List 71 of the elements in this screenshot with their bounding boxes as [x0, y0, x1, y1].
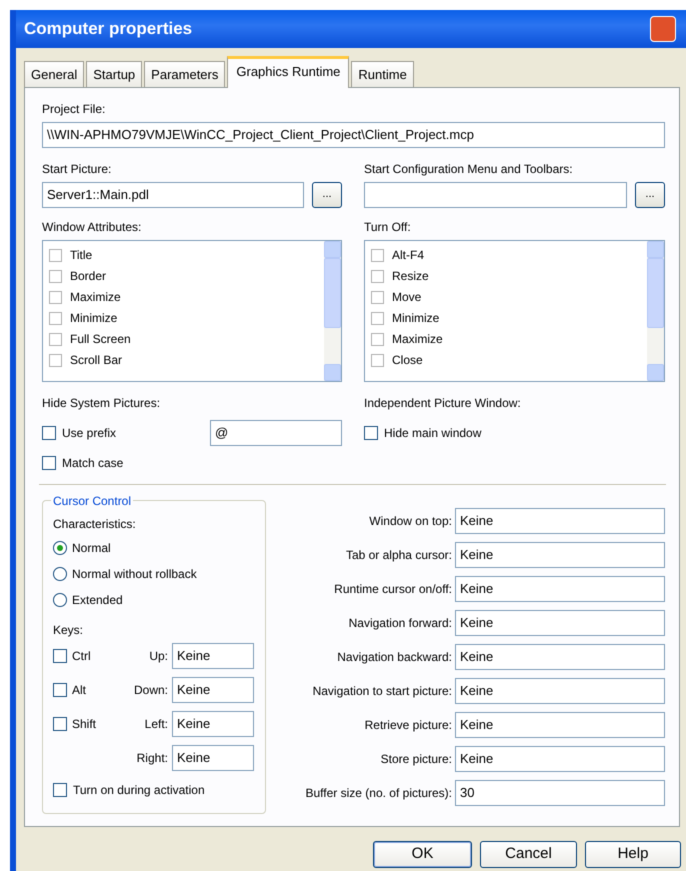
dialog-button[interactable]: OK: [373, 840, 472, 868]
text-field[interactable]: Keine: [455, 542, 665, 568]
checkbox-label[interactable]: Use prefix: [62, 424, 116, 442]
text-field[interactable]: Keine: [455, 576, 665, 602]
field-label: Retrieve picture:: [364, 716, 452, 734]
list-item[interactable]: Move: [392, 288, 422, 306]
tab[interactable]: Parameters: [144, 61, 226, 86]
list-item[interactable]: Close: [392, 351, 423, 369]
radio-label[interactable]: Normal without rollback: [72, 564, 197, 582]
list-item[interactable]: Full Screen: [70, 330, 131, 348]
field-label: Store picture:: [380, 750, 452, 768]
text-field[interactable]: Keine: [455, 508, 665, 534]
field-label: Navigation to start picture:: [312, 682, 452, 700]
list-item[interactable]: Border: [70, 267, 106, 285]
field-label: Navigation forward:: [348, 614, 452, 632]
field-label: Right:: [136, 750, 168, 766]
tab[interactable]: Graphics Runtime: [227, 56, 350, 88]
tab[interactable]: Startup: [86, 61, 142, 86]
field-label: Buffer size (no. of pictures):: [304, 784, 452, 802]
text-field[interactable]: Keine: [172, 710, 254, 736]
window-title: Computer properties: [24, 18, 192, 40]
section-label: Keys:: [53, 622, 84, 638]
text-field[interactable]: Keine: [455, 610, 665, 636]
text-field[interactable]: 30: [455, 780, 665, 806]
field-label: Start Picture:: [42, 160, 112, 178]
section-label: Hide System Pictures:: [42, 394, 162, 412]
dialog-button[interactable]: Help: [585, 840, 681, 868]
field-label: Left:: [144, 716, 168, 732]
checkbox-label[interactable]: Hide main window: [384, 424, 482, 442]
field-label: Window on top:: [368, 512, 452, 530]
list-item[interactable]: Scroll Bar: [70, 351, 122, 369]
text-field[interactable]: Keine: [172, 642, 254, 668]
list-item[interactable]: Minimize: [70, 309, 118, 327]
text-field[interactable]: Keine: [455, 746, 665, 772]
tab[interactable]: General: [24, 61, 84, 86]
field-label: Runtime cursor on/off:: [333, 580, 452, 598]
field-label: Navigation backward:: [336, 648, 452, 666]
list-item[interactable]: Minimize: [392, 309, 440, 327]
field-label: Tab or alpha cursor:: [344, 546, 452, 564]
prefix-field[interactable]: @: [210, 420, 342, 446]
checkbox-label[interactable]: Shift: [72, 714, 96, 732]
field-label: Window Attributes:: [42, 218, 142, 236]
browse-button[interactable]: ...: [635, 182, 665, 208]
radio-label[interactable]: Normal: [72, 538, 111, 556]
section-label: Independent Picture Window:: [364, 394, 522, 412]
checkbox-label[interactable]: Match case: [62, 454, 124, 472]
field-label: Up:: [148, 648, 168, 664]
field-label: Project File:: [42, 100, 106, 118]
field-label: Start Configuration Menu and Toolbars:: [364, 160, 574, 178]
list-item[interactable]: Resize: [392, 267, 429, 285]
text-field[interactable]: Keine: [455, 644, 665, 670]
text-field[interactable]: Keine: [172, 744, 254, 770]
section-label: Characteristics:: [53, 516, 137, 532]
checkbox-label[interactable]: Alt: [72, 680, 86, 698]
text-field[interactable]: \\WIN-APHMO79VMJE\WinCC_Project_Client_Project\Client_Project.mcp: [42, 122, 665, 148]
dialog-button[interactable]: Cancel: [480, 840, 577, 868]
text-field[interactable]: Keine: [172, 676, 254, 702]
field-label: Down:: [132, 682, 168, 698]
list-item[interactable]: Title: [70, 246, 92, 264]
checkbox-label[interactable]: Ctrl: [72, 646, 91, 664]
checkbox-label[interactable]: Turn on during activation: [73, 780, 205, 798]
text-field[interactable]: Server1::Main.pdl: [42, 182, 304, 208]
list-item[interactable]: Alt-F4: [392, 246, 424, 264]
list-item[interactable]: Maximize: [392, 330, 443, 348]
browse-button[interactable]: ...: [312, 182, 342, 208]
radio-label[interactable]: Extended: [72, 590, 123, 608]
list-item[interactable]: Maximize: [70, 288, 121, 306]
tab[interactable]: Runtime: [351, 61, 414, 86]
text-field[interactable]: Keine: [455, 712, 665, 738]
text-field[interactable]: Keine: [455, 678, 665, 704]
field-label: Turn Off:: [364, 218, 412, 236]
